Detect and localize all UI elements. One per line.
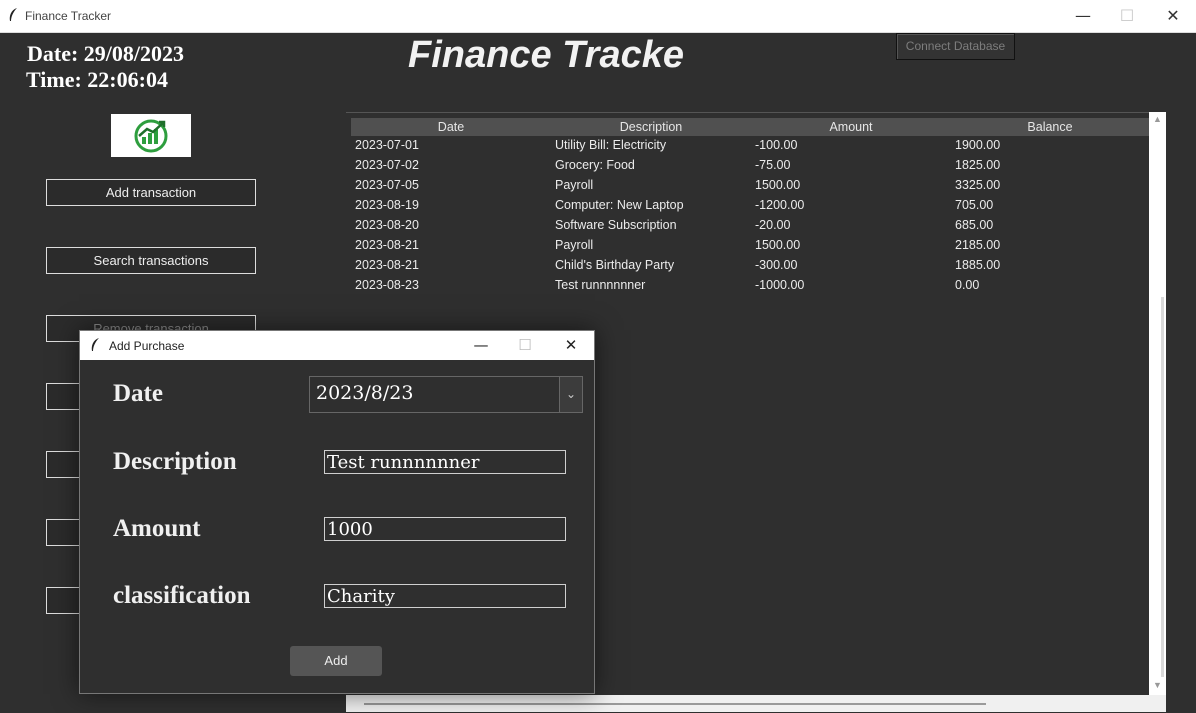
column-header-amount[interactable]: Amount: [751, 118, 951, 136]
app-title: Finance Tracke: [408, 34, 685, 76]
table-row[interactable]: 2023-08-21 Child's Birthday Party -300.0…: [355, 258, 1145, 278]
connect-database-button[interactable]: Connect Database: [896, 33, 1015, 60]
cell-balance: 1885.00: [955, 258, 1001, 272]
date-combobox-value: 2023/8/23: [316, 382, 414, 404]
cell-amount: 1500.00: [755, 238, 801, 252]
cell-amount: -75.00: [755, 158, 791, 172]
cell-balance: 685.00: [955, 218, 994, 232]
date-label: Date: [113, 380, 163, 407]
cell-amount: -1200.00: [755, 198, 805, 212]
table-row[interactable]: 2023-08-20 Software Subscription -20.00 …: [355, 218, 1145, 238]
cell-amount: 1500.00: [755, 178, 801, 192]
cell-date: 2023-08-23: [355, 278, 419, 292]
cell-description: Test runnnnnner: [555, 278, 646, 292]
cell-date: 2023-07-02: [355, 158, 419, 172]
dialog-close-button[interactable]: ✕: [551, 331, 591, 360]
cell-date: 2023-08-19: [355, 198, 419, 212]
time-display: Time: 22:06:04: [26, 67, 168, 92]
column-header-date[interactable]: Date: [351, 118, 551, 136]
window-title: Finance Tracker: [25, 9, 112, 23]
cell-date: 2023-07-01: [355, 138, 419, 152]
cell-amount: -1000.00: [755, 278, 805, 292]
table-row[interactable]: 2023-08-19 Computer: New Laptop -1200.00…: [355, 198, 1145, 218]
cell-date: 2023-08-21: [355, 238, 419, 252]
column-header-balance[interactable]: Balance: [951, 118, 1149, 136]
search-transactions-button[interactable]: Search transactions: [46, 247, 256, 274]
maximize-button[interactable]: ☐: [1104, 0, 1150, 32]
table-row[interactable]: 2023-08-23 Test runnnnnner -1000.00 0.00: [355, 278, 1145, 298]
table-row[interactable]: 2023-07-05 Payroll 1500.00 3325.00: [355, 178, 1145, 198]
cell-description: Payroll: [555, 178, 594, 192]
cell-description: Grocery: Food: [555, 158, 635, 172]
cell-balance: 2185.00: [955, 238, 1001, 252]
close-button[interactable]: ✕: [1150, 0, 1196, 32]
dialog-title: Add Purchase: [109, 339, 185, 353]
cell-balance: 1900.00: [955, 138, 1001, 152]
cell-description: Computer: New Laptop: [555, 198, 684, 212]
dialog-maximize-button[interactable]: ☐: [505, 331, 545, 360]
cell-description: Software Subscription: [555, 218, 677, 232]
dialog-minimize-button[interactable]: —: [461, 331, 501, 360]
cell-description: Child's Birthday Party: [555, 258, 675, 272]
feather-app-icon: [89, 337, 101, 358]
cell-amount: -300.00: [755, 258, 798, 272]
date-combobox[interactable]: 2023/8/23 ⌄: [309, 376, 583, 413]
date-display: Date: 29/08/2023: [27, 41, 185, 66]
feather-app-icon: [7, 7, 19, 26]
amount-label: Amount: [113, 515, 201, 542]
main-title-bar: Finance Tracker — ☐ ✕: [0, 0, 1196, 33]
scroll-thumb[interactable]: [1161, 297, 1164, 677]
table-row[interactable]: 2023-08-21 Payroll 1500.00 2185.00: [355, 238, 1145, 258]
description-field[interactable]: Test runnnnnner: [324, 450, 566, 474]
cell-balance: 0.00: [955, 278, 980, 292]
cell-description: Payroll: [555, 238, 594, 252]
scroll-thumb[interactable]: [364, 703, 986, 705]
dialog-title-bar: Add Purchase — ☐ ✕: [80, 331, 594, 360]
column-header-description[interactable]: Description: [551, 118, 751, 136]
sidebar-button-4[interactable]: [46, 383, 82, 410]
classification-field[interactable]: Charity: [324, 584, 566, 608]
sidebar-button-7[interactable]: [46, 587, 82, 614]
cell-balance: 705.00: [955, 198, 994, 212]
cell-date: 2023-08-21: [355, 258, 419, 272]
scroll-up-arrow-icon[interactable]: ▲: [1153, 114, 1162, 124]
cell-balance: 3325.00: [955, 178, 1001, 192]
chevron-down-icon[interactable]: ⌄: [559, 377, 582, 412]
add-transaction-button[interactable]: Add transaction: [46, 179, 256, 206]
vertical-scrollbar[interactable]: ▲ ▼: [1149, 112, 1166, 696]
minimize-button[interactable]: —: [1060, 0, 1106, 32]
sidebar-button-6[interactable]: [46, 519, 82, 546]
cell-balance: 1825.00: [955, 158, 1001, 172]
description-label: Description: [113, 448, 237, 475]
cell-date: 2023-08-20: [355, 218, 419, 232]
cell-amount: -100.00: [755, 138, 798, 152]
sidebar-button-5[interactable]: [46, 451, 82, 478]
cell-description: Utility Bill: Electricity: [555, 138, 667, 152]
table-row[interactable]: 2023-07-01 Utility Bill: Electricity -10…: [355, 138, 1145, 158]
add-purchase-dialog: Add Purchase — ☐ ✕ Date 2023/8/23 ⌄ Desc…: [79, 330, 595, 694]
cell-date: 2023-07-05: [355, 178, 419, 192]
table-row[interactable]: 2023-07-02 Grocery: Food -75.00 1825.00: [355, 158, 1145, 178]
horizontal-scrollbar[interactable]: [346, 695, 1166, 712]
add-button[interactable]: Add: [290, 646, 382, 676]
cell-amount: -20.00: [755, 218, 791, 232]
classification-label: classification: [113, 582, 251, 609]
amount-field[interactable]: 1000: [324, 517, 566, 541]
scroll-down-arrow-icon[interactable]: ▼: [1153, 680, 1162, 690]
finance-logo-icon: [111, 114, 191, 157]
